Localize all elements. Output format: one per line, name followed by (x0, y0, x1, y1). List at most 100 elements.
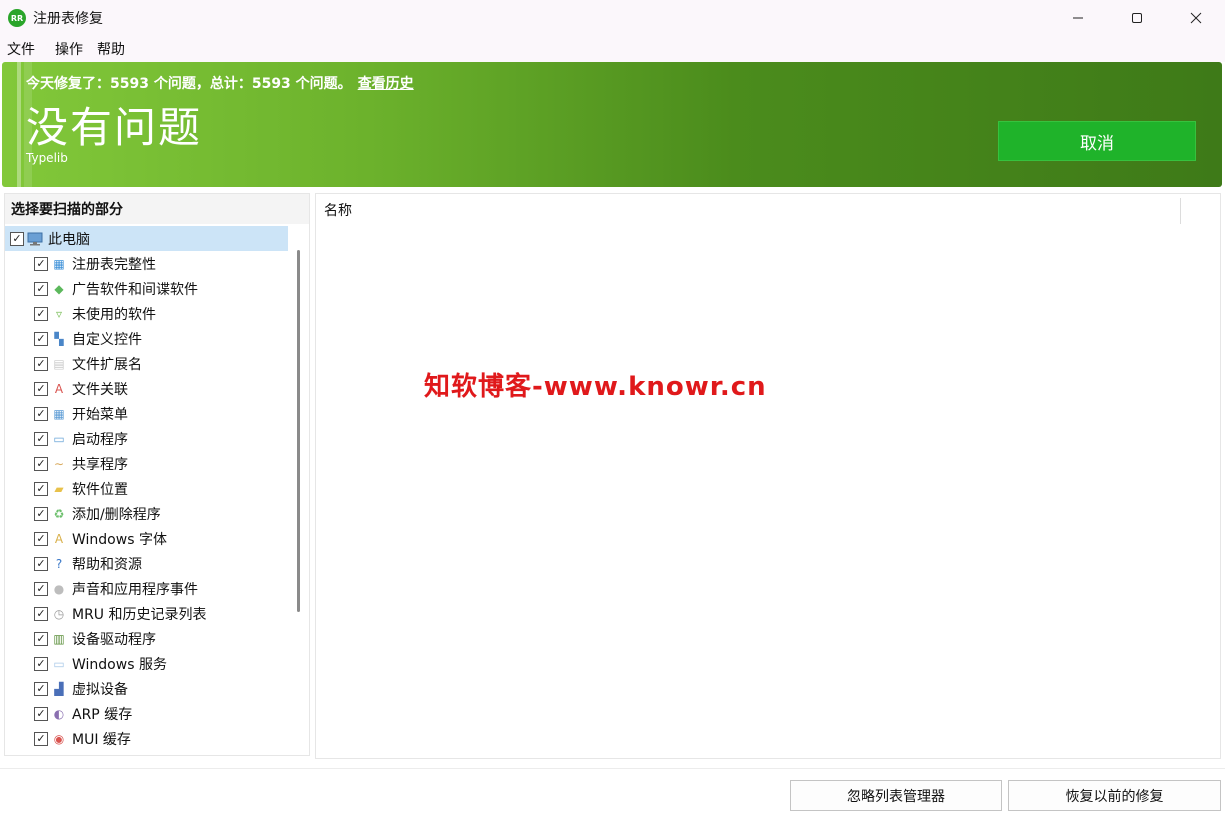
checkbox[interactable]: ✓ (34, 581, 48, 596)
tree-item-label: 开始菜单 (72, 406, 128, 423)
checkbox[interactable]: ✓ (34, 456, 48, 471)
history-icon: ◷ (53, 606, 65, 621)
tree-item[interactable]: ✓ ▦ 开始菜单 (5, 401, 288, 426)
tree-item[interactable]: ✓ ▚ 自定义控件 (5, 326, 288, 351)
tree-item-label: 帮助和资源 (72, 556, 142, 573)
tree-item[interactable]: ✓ ▰ 软件位置 (5, 476, 288, 501)
tree-item[interactable]: ✓ ▿ 未使用的软件 (5, 301, 288, 326)
checkbox[interactable]: ✓ (34, 531, 48, 546)
restore-previous-repairs-button[interactable]: 恢复以前的修复 (1008, 780, 1221, 811)
sound-icon: ● (53, 581, 65, 596)
checkbox[interactable]: ✓ (34, 606, 48, 621)
tree-item[interactable]: ✓ ◐ ARP 缓存 (5, 701, 288, 726)
tree-item[interactable]: ✓ ◷ MRU 和历史记录列表 (5, 601, 288, 626)
tree-item[interactable]: ✓ ▭ Windows 服务 (5, 651, 288, 676)
help-icon: ? (55, 556, 63, 571)
checkbox[interactable]: ✓ (34, 406, 48, 421)
tree-item-label: 广告软件和间谍软件 (72, 281, 198, 298)
checkbox[interactable]: ✓ (34, 556, 48, 571)
repair-summary-text: 今天修复了：5593 个问题，总计：5593 个问题。 (26, 76, 352, 92)
tree-item[interactable]: ✓? 帮助和资源 (5, 551, 288, 576)
checkbox[interactable]: ✓ (34, 356, 48, 371)
tree-item[interactable]: ✓ ◆ 广告软件和间谍软件 (5, 276, 288, 301)
checkbox[interactable]: ✓ (34, 306, 48, 321)
checkbox[interactable]: ✓ (34, 431, 48, 446)
mui-icon: ◉ (53, 731, 65, 746)
checkbox[interactable]: ✓ (34, 331, 48, 346)
scan-sections-panel: 选择要扫描的部分 ✓ 此电脑 ✓ ▦ 注册表完整性 ✓ ◆ 广告软件和间谍软件 ✓ ▿ 未使用的… (4, 193, 310, 756)
service-icon: ▭ (53, 656, 65, 671)
status-banner: 今天修复了：5593 个问题，总计：5593 个问题。 查看历史 没有问题 Typ… (2, 62, 1222, 187)
checkbox[interactable]: ✓ (34, 631, 48, 646)
tree-item[interactable]: ✓ A 文件关联 (5, 376, 288, 401)
tree-item[interactable]: ✓ ∼ 共享程序 (5, 451, 288, 476)
tree-item[interactable]: ✓ ● 声音和应用程序事件 (5, 576, 288, 601)
shield-icon: ◆ (54, 281, 64, 296)
current-scan-item: Typelib (26, 151, 68, 165)
scan-tree: ✓ 此电脑 ✓ ▦ 注册表完整性 ✓ ◆ 广告软件和间谍软件 ✓ ▿ 未使用的软件 ✓ ▚ 自定义控件… (5, 226, 309, 751)
checkbox[interactable]: ✓ (10, 231, 24, 246)
tree-root-this-pc[interactable]: ✓ 此电脑 (5, 226, 288, 251)
tree-item[interactable]: ✓ ▦ 注册表完整性 (5, 251, 288, 276)
tree-item-label: 共享程序 (72, 456, 128, 473)
column-divider[interactable] (1180, 198, 1181, 224)
menu-help[interactable]: 帮助 (91, 39, 131, 59)
checkbox[interactable]: ✓ (34, 681, 48, 696)
minimize-icon (1072, 17, 1083, 19)
tree-item-label: ARP 缓存 (72, 706, 133, 723)
column-header-name[interactable]: 名称 (316, 194, 1220, 226)
cancel-button[interactable]: 取消 (998, 121, 1196, 161)
minimize-button[interactable] (1048, 0, 1107, 36)
checkbox[interactable]: ✓ (34, 656, 48, 671)
repair-summary: 今天修复了：5593 个问题，总计：5593 个问题。 查看历史 (26, 73, 414, 93)
checkbox[interactable]: ✓ (34, 381, 48, 396)
font-icon: A (54, 531, 64, 546)
folder-icon: ▰ (54, 481, 64, 496)
tree-item[interactable]: ✓ ▥ 设备驱动程序 (5, 626, 288, 651)
checkbox[interactable]: ✓ (34, 731, 48, 746)
close-icon (1190, 12, 1201, 24)
tree-item-label: 启动程序 (72, 431, 128, 448)
tree-item[interactable]: ✓ ▭ 启动程序 (5, 426, 288, 451)
app-icon: RR (8, 9, 26, 27)
checkbox[interactable]: ✓ (34, 706, 48, 721)
checkbox[interactable]: ✓ (34, 256, 48, 271)
tree-item-label: 设备驱动程序 (72, 631, 156, 648)
scrollbar[interactable] (297, 250, 300, 612)
checkbox[interactable]: ✓ (34, 506, 48, 521)
maximize-icon (1131, 13, 1142, 23)
tree-item-label: 文件关联 (72, 381, 128, 398)
tree-item-label: 软件位置 (72, 481, 128, 498)
menu-bar: 文件 操作 帮助 (0, 36, 1225, 62)
start-menu-icon: ▦ (53, 406, 65, 421)
tree-item-label: Windows 字体 (72, 531, 167, 548)
tree-item[interactable]: ✓ A Windows 字体 (5, 526, 288, 551)
banner-stripe (17, 62, 21, 187)
ignore-list-manager-button[interactable]: 忽略列表管理器 (790, 780, 1002, 811)
close-button[interactable] (1166, 0, 1225, 36)
checkbox[interactable]: ✓ (34, 481, 48, 496)
checkbox[interactable]: ✓ (34, 281, 48, 296)
view-history-link[interactable]: 查看历史 (358, 76, 414, 92)
menu-file[interactable]: 文件 (1, 39, 41, 59)
tree-item-label: 添加/删除程序 (72, 506, 161, 523)
tree-item-label: 声音和应用程序事件 (72, 581, 198, 598)
scan-status: 没有问题 (26, 103, 203, 152)
tree-item-label: 虚拟设备 (72, 681, 128, 698)
tree-item-label: MUI 缓存 (72, 731, 131, 748)
recycle-bin-icon: ▿ (55, 306, 63, 321)
tree-item[interactable]: ✓ ▤ 文件扩展名 (5, 351, 288, 376)
maximize-button[interactable] (1107, 0, 1166, 36)
driver-icon: ▥ (53, 631, 65, 646)
virtual-device-icon: ▟ (54, 681, 64, 696)
computer-icon (27, 231, 43, 247)
tree-item-label: Windows 服务 (72, 656, 167, 673)
menu-action[interactable]: 操作 (49, 39, 89, 59)
tree-item[interactable]: ✓ ♻ 添加/删除程序 (5, 501, 288, 526)
scan-sections-header: 选择要扫描的部分 (5, 194, 309, 224)
tree-item[interactable]: ✓ ▟ 虚拟设备 (5, 676, 288, 701)
watermark-text: 知软博客-www.knowr.cn (424, 372, 767, 402)
tree-item-label: 文件扩展名 (72, 356, 142, 373)
tree-item-label: 未使用的软件 (72, 306, 156, 323)
tree-item[interactable]: ✓ ◉ MUI 缓存 (5, 726, 288, 751)
